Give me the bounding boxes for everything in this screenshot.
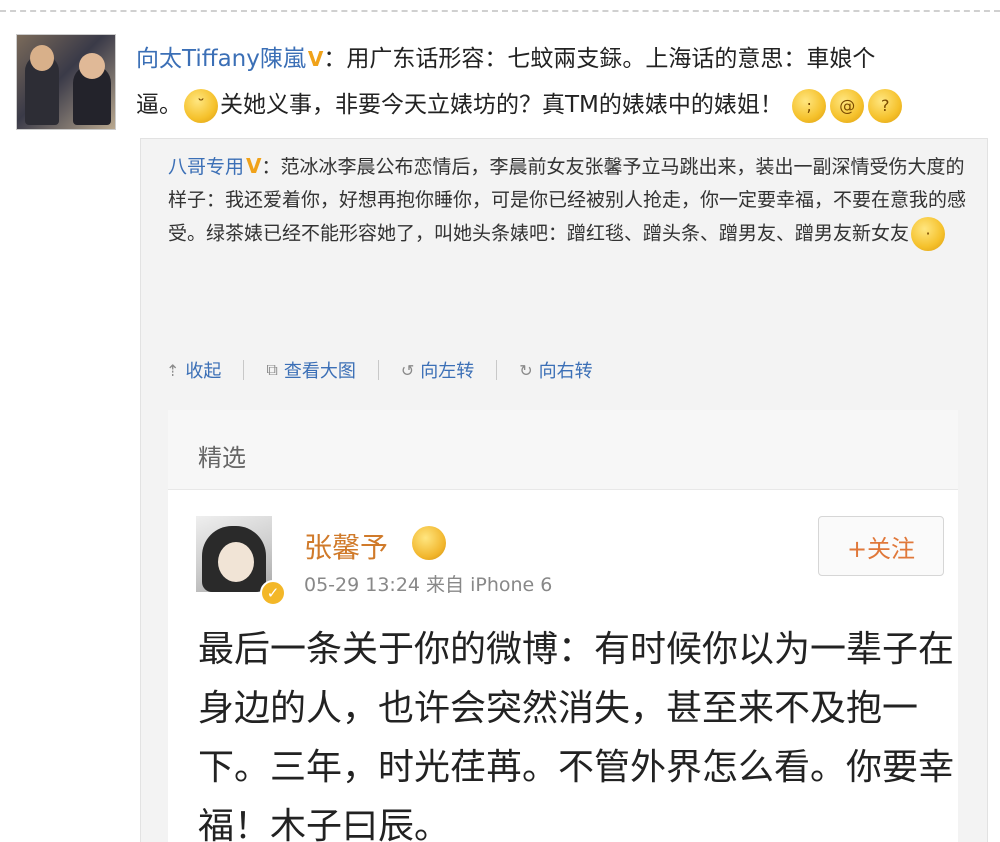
view-large-button[interactable]: ⧉ 查看大图	[266, 357, 355, 383]
top-divider	[0, 10, 1000, 12]
main-post-line-2a: 逼。	[136, 92, 182, 118]
collapse-label: 收起	[185, 361, 222, 382]
crying-emoji-icon: ;	[792, 88, 827, 123]
repost-author[interactable]: 八哥专用	[168, 156, 244, 178]
verified-badge-icon: V	[307, 47, 324, 71]
author-avatar[interactable]	[16, 34, 116, 130]
main-post-line-1: ：用广东话形容：七蚊兩支銾。上海话的意思：車娘个	[323, 46, 876, 72]
follow-button[interactable]: +关注	[818, 516, 944, 576]
rotate-right-label: 向右转	[538, 361, 593, 382]
card-header: 精选	[168, 410, 958, 490]
thinking-emoji-icon: ?	[868, 88, 903, 123]
smirk-emoji-icon: ·	[911, 217, 946, 251]
main-post-text: 向太Tiffany陳嵐 V：用广东话形容：七蚊兩支銾。上海话的意思：車娘个 逼。 ˘…	[136, 36, 986, 128]
dizzy-emoji-icon: @	[830, 88, 865, 123]
collapse-button[interactable]: ⇡ 收起	[166, 357, 221, 383]
card-post-meta: 05-29 13:24 来自 iPhone 6	[304, 574, 553, 596]
card-author-avatar[interactable]	[196, 516, 272, 592]
main-post-line-2b: 关她义事，非要今天立婊坊的？真TM的婊婊中的婊姐！	[220, 92, 783, 118]
rotate-left-icon: ↺	[400, 360, 415, 380]
action-separator	[496, 360, 498, 380]
card-post-body: 最后一条关于你的微博：有时候你以为一辈子在身边的人，也许会突然消失，甚至来不及抱…	[198, 629, 955, 842]
collapse-icon: ⇡	[166, 360, 180, 380]
rotate-right-icon: ↻	[519, 360, 533, 380]
rotate-left-label: 向左转	[420, 361, 475, 382]
featured-label: 精选	[198, 444, 246, 472]
rotate-right-button[interactable]: ↻ 向右转	[519, 357, 592, 383]
external-image-icon: ⧉	[266, 360, 278, 379]
repost-text: 八哥专用 V：范冰冰李晨公布恋情后，李晨前女友张馨予立马跳出来，装出一副深情受伤大…	[168, 150, 968, 251]
action-separator	[243, 360, 245, 380]
image-actions: ⇡ 收起 ⧉ 查看大图 ↺ 向左转 ↻ 向右转	[166, 356, 593, 384]
card-author-name[interactable]: 张馨予	[304, 526, 388, 566]
rotate-left-button[interactable]: ↺ 向左转	[401, 357, 474, 383]
sleepy-emoji-icon: ˘	[184, 88, 218, 123]
main-post-author[interactable]: 向太Tiffany陳嵐	[136, 46, 306, 72]
member-crown-icon	[412, 526, 446, 560]
repost-verified-badge-icon: V	[246, 154, 262, 178]
action-separator	[377, 360, 379, 380]
view-large-label: 查看大图	[283, 361, 356, 382]
verified-check-icon: ✓	[260, 580, 286, 606]
repost-body: ：范冰冰李晨公布恋情后，李晨前女友张馨予立马跳出来，装出一副深情受伤大度的样子：…	[168, 156, 967, 245]
